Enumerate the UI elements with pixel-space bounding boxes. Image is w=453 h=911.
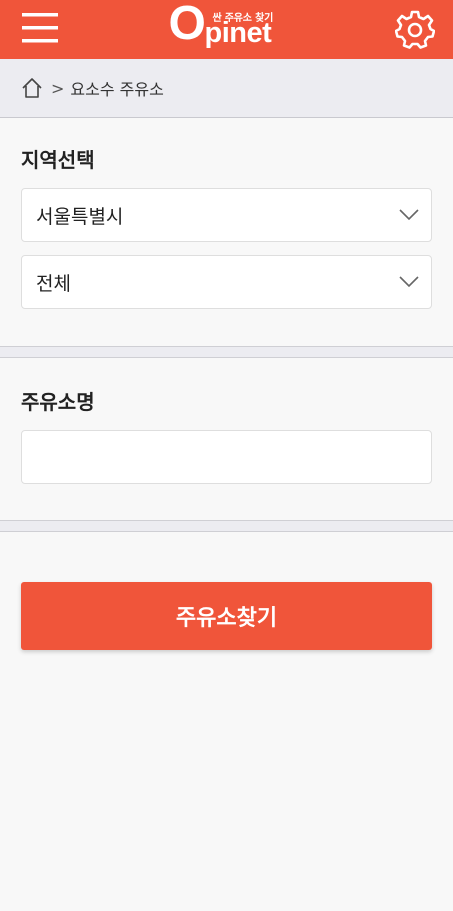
district-select[interactable]: 전체 [21,255,432,309]
chevron-down-icon [399,276,419,288]
logo-wordmark: pinet [204,17,272,49]
app-screen: 싼 주유소 찾기 O pinet > 요소수 주유소 지역선택 서울특별시 전체… [0,0,453,911]
city-select[interactable]: 서울특별시 [21,188,432,242]
city-select-value: 서울특별시 [36,205,124,228]
region-section: 지역선택 서울특별시 전체 [0,118,453,346]
gear-icon [395,10,435,49]
breadcrumb: > 요소수 주유소 [0,59,453,118]
section-divider [0,346,453,358]
top-header: 싼 주유소 찾기 O pinet [0,0,453,59]
menu-button[interactable] [14,9,66,49]
region-title: 지역선택 [21,148,95,172]
station-name-section: 주유소명 [0,358,453,520]
breadcrumb-separator: > [51,78,65,98]
section-divider [0,520,453,532]
station-name-title: 주유소명 [21,390,95,414]
settings-button[interactable] [395,10,435,50]
search-station-button[interactable]: 주유소찾기 [21,582,432,650]
menu-icon [22,13,58,43]
breadcrumb-current: 요소수 주유소 [70,80,164,99]
opinet-logo[interactable]: 싼 주유소 찾기 O pinet [167,0,287,54]
home-icon[interactable] [21,77,43,99]
district-select-value: 전체 [36,272,71,295]
station-name-input[interactable] [21,430,432,484]
logo-letter-o: O [168,0,206,50]
chevron-down-icon [399,209,419,221]
search-section: 주유소찾기 [0,532,453,650]
